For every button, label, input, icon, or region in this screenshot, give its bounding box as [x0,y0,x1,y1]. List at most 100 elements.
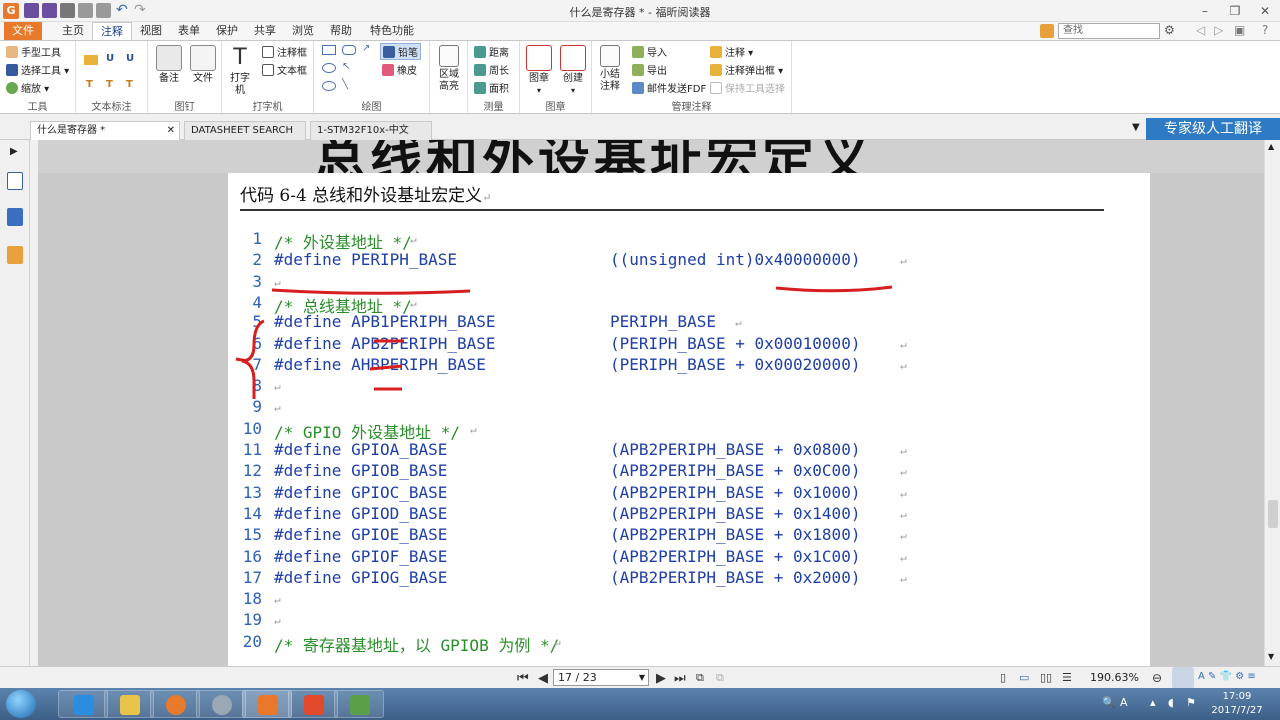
note-button[interactable]: 备注 [154,45,184,85]
bookmark-panel-icon[interactable] [7,172,23,190]
back-icon[interactable]: ◁ [1196,23,1205,37]
gear-icon[interactable]: ⚙ [1164,23,1175,37]
doc-tab-datasheet[interactable]: DATASHEET SEARCH ... [184,121,306,154]
search-input[interactable]: 查找 [1058,23,1160,39]
popup-button[interactable]: 注释弹出框 ▾ [710,62,783,77]
doc-tab-current[interactable]: 什么是寄存器 * ✕ [30,121,180,140]
import-button[interactable]: 导入 [632,44,667,59]
tray-flag-icon[interactable]: ⚑ [1186,697,1198,709]
tray-network-icon[interactable]: ▴ [1150,697,1162,709]
page-number-input[interactable]: 17 / 23 ▼ [553,669,649,686]
cloud-icon[interactable] [342,45,356,55]
zoom-tool[interactable]: 缩放 ▾ [6,80,49,95]
export-button[interactable]: 导出 [632,62,667,77]
underline-icon[interactable]: U [106,53,114,64]
polyline-icon[interactable]: ↗ [362,43,370,54]
vertical-scrollbar[interactable]: ▲ ▼ [1264,140,1280,666]
tab-home[interactable]: 主页 [54,22,92,40]
tray-volume-icon[interactable]: ◖ [1168,697,1180,709]
minimize-button[interactable]: – [1190,1,1220,21]
file-attach-button[interactable]: 文件 [188,45,218,85]
prev-view-icon[interactable]: ⧉ [696,671,704,685]
keep-tool-checkbox[interactable]: 保持工具选择 [710,80,785,95]
stamp-button[interactable]: 图章 ▾ [524,45,554,97]
distance-button[interactable]: 距离 [474,44,509,59]
next-view-icon[interactable]: ⧉ [716,671,724,685]
annotations-button[interactable]: 注释 ▾ [710,44,753,59]
tab-share[interactable]: 共享 [246,22,284,40]
next-page-icon[interactable]: ▶ [656,671,666,686]
replace-text-icon[interactable]: T [106,79,113,90]
create-stamp-button[interactable]: 创建 ▾ [558,45,588,97]
callout-button[interactable]: 注释框 [262,44,307,59]
start-button[interactable] [6,690,36,718]
pencil-button[interactable]: 铅笔 [380,43,421,60]
avatar[interactable] [1172,667,1194,689]
area-button[interactable]: 面积 [474,80,509,95]
last-page-icon[interactable]: ⏭ [674,671,686,686]
single-page-icon[interactable]: ▯ [1000,671,1006,684]
hand-tool[interactable]: 手型工具 [6,44,61,59]
summary-button[interactable]: 小结注释 [596,45,624,93]
select-tool[interactable]: 选择工具 ▾ [6,62,69,77]
textbox-button[interactable]: 文本框 [262,62,307,77]
help-icon[interactable]: ? [1262,23,1268,37]
line-icon[interactable]: ╲ [342,79,348,90]
perimeter-button[interactable]: 周长 [474,62,509,77]
tray-ime-icon[interactable]: A [1120,697,1132,709]
pages-panel-icon[interactable] [7,208,23,226]
tab-list-dropdown-icon[interactable]: ▼ [1132,122,1140,133]
document-viewport[interactable]: 总线和外设基址宏定义 代码 6-4 总线和外设基址宏定义↵ 1/* 外设基地址 … [38,140,1264,666]
continuous-facing-icon[interactable]: ☰ [1062,671,1072,684]
tab-help[interactable]: 帮助 [322,22,360,40]
expand-panel-icon[interactable]: ▶ [10,146,18,157]
arrow-icon[interactable]: ↖ [342,61,350,72]
taskbar-app-sogou[interactable] [58,690,108,718]
taskbar-app-c[interactable] [288,690,338,718]
taskbar-app-keil[interactable] [334,690,384,718]
clock[interactable]: 17:09 2017/7/27 [1206,690,1268,718]
restore-button[interactable]: ❐ [1220,1,1250,21]
tab-view[interactable]: 视图 [132,22,170,40]
zoom-out-icon[interactable]: ⊖ [1152,671,1162,685]
tab-file[interactable]: 文件 [4,22,42,40]
folder-icon[interactable] [1040,24,1054,38]
tab-features[interactable]: 特色功能 [362,22,422,40]
taskbar-app-camera[interactable] [196,690,246,718]
close-button[interactable]: ✕ [1250,1,1280,21]
rectangle-icon[interactable] [322,45,336,55]
highlight-icon[interactable] [84,55,98,65]
tab-form[interactable]: 表单 [170,22,208,40]
tray-search-icon[interactable]: 🔍 [1102,697,1116,709]
taskbar-app-media[interactable] [150,690,200,718]
squiggly-icon[interactable]: U [126,53,134,64]
taskbar-app-explorer[interactable] [104,690,154,718]
prev-page-icon[interactable]: ◀ [538,671,548,686]
email-fdf-button[interactable]: 邮件发送FDF [632,80,706,95]
translate-banner[interactable]: 专家级人工翻译 [1146,118,1280,140]
scroll-down-icon[interactable]: ▼ [1268,652,1274,661]
doc-tab-stm32[interactable]: 1-STM32F10x-中文参... [310,121,432,154]
ime-icon[interactable]: A ✎ 👕 ⚙ ≡ [1198,671,1256,682]
eraser-button[interactable]: 橡皮 [382,62,417,77]
zoom-level[interactable]: 190.63% [1090,671,1139,684]
tab-comment[interactable]: 注释 [92,22,132,40]
facing-icon[interactable]: ▯▯ [1040,671,1052,684]
first-page-icon[interactable]: ⏮ [517,671,529,686]
close-tab-icon[interactable]: ✕ [167,122,175,140]
typewriter-button[interactable]: T 打字机 [226,45,254,97]
forward-icon[interactable]: ▷ [1214,23,1223,37]
scroll-up-icon[interactable]: ▲ [1268,142,1274,151]
area-highlight-button[interactable]: 区域高亮 [434,45,464,93]
user-icon[interactable]: ▣ [1234,23,1245,37]
insert-text-icon[interactable]: T [126,79,133,90]
comments-panel-icon[interactable] [7,246,23,264]
page-dropdown-icon[interactable]: ▼ [639,670,645,685]
taskbar-app-foxit[interactable] [242,690,292,718]
tab-protect[interactable]: 保护 [208,22,246,40]
strikeout-icon[interactable]: T [86,79,93,90]
scroll-thumb[interactable] [1268,500,1278,528]
oval-icon[interactable] [322,63,336,73]
polygon-icon[interactable] [322,81,336,91]
tab-browse[interactable]: 浏览 [284,22,322,40]
